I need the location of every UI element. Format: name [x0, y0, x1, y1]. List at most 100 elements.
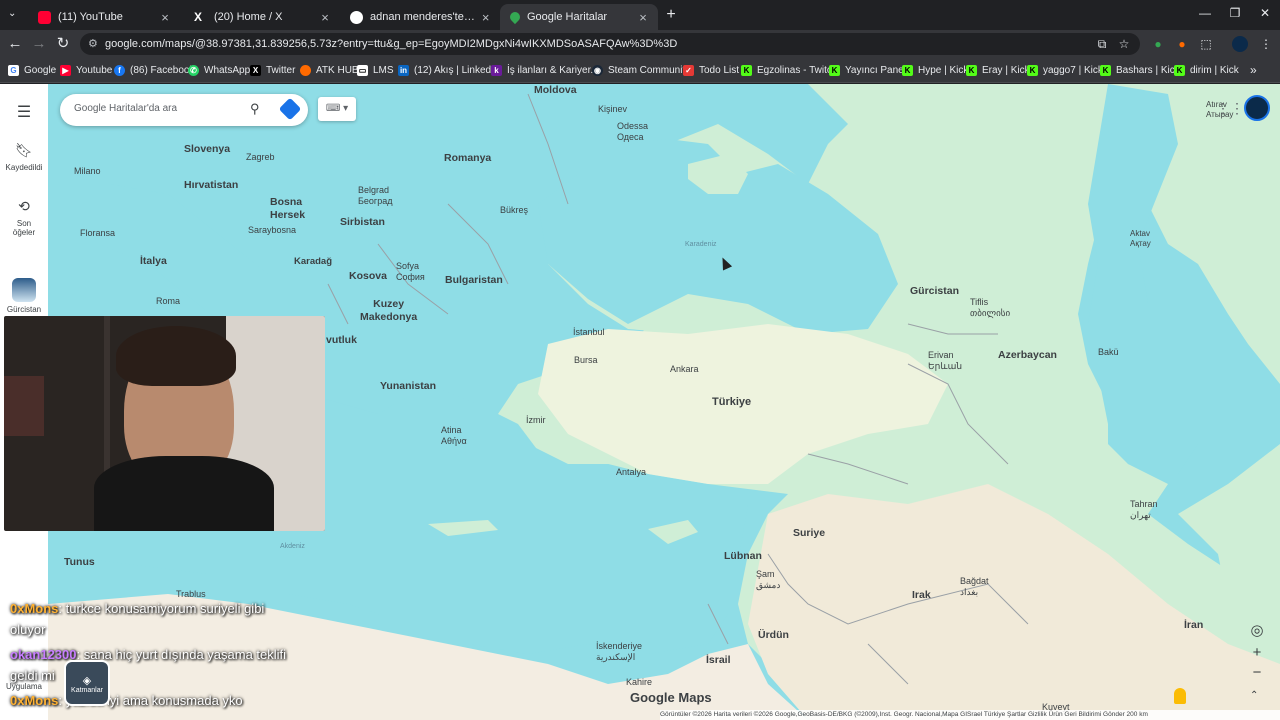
tab-x-home[interactable]: X (20) Home / X × [184, 4, 340, 30]
label-sofya: Sofya София [396, 261, 425, 282]
bookmark-youtube[interactable]: ▶ Youtube [60, 62, 112, 78]
steam-icon: ◉ [592, 64, 603, 76]
forward-icon[interactable]: → [30, 35, 48, 53]
chat-nick: 0xMons [10, 601, 59, 616]
bookmark-yayinci[interactable]: K Yayıncı Paneli [829, 62, 908, 78]
label-suriye: Suriye [793, 527, 826, 539]
my-location-icon[interactable]: ◎ [1246, 620, 1268, 642]
label-arnavutluk: vutluk [326, 334, 357, 346]
pegman-icon[interactable] [1174, 688, 1186, 704]
address-bar[interactable]: ⚙ google.com/maps/@38.97381,31.839256,5.… [80, 33, 1140, 55]
chat-message-3: 0xMons: yazida iyi ama konusmada yko [10, 693, 243, 708]
google-maps-logo: Google Maps [630, 690, 712, 705]
label-atina: Atina Αθήνα [441, 425, 467, 446]
label-bulgaristan: Bulgaristan [445, 274, 503, 286]
bookmark-star-icon[interactable]: ☆ [1116, 36, 1132, 52]
menu-hamburger-icon[interactable]: ☰ [0, 102, 48, 122]
recent-label: Son öğeler [12, 219, 36, 237]
account-avatar[interactable] [1244, 95, 1270, 121]
close-tab-icon[interactable]: × [479, 10, 492, 25]
tab-google-search[interactable]: adnan menderes'ten sonraki c... × [340, 4, 498, 30]
restore-icon[interactable]: ❐ [1226, 6, 1244, 20]
zoom-in-button[interactable]: + [1246, 642, 1268, 664]
back-icon[interactable]: ← [6, 35, 24, 53]
profile-avatar[interactable] [1232, 36, 1248, 52]
label-urdun: Ürdün [758, 629, 789, 641]
url-text: google.com/maps/@38.97381,31.839256,5.73… [105, 38, 678, 50]
search-input[interactable]: Google Haritalar'da ara [74, 103, 177, 114]
kick-icon: K [1174, 64, 1185, 76]
reload-icon[interactable]: ↻ [54, 35, 72, 53]
new-tab-button[interactable]: + [662, 6, 680, 24]
chat-text: : turkce konusamiyorum suriyeli gibi [58, 601, 265, 616]
layers-label: Katmanlar [71, 687, 103, 694]
bookmark-lms[interactable]: ▭ LMS [357, 62, 394, 78]
bookmark-twitter[interactable]: X Twitter [250, 62, 295, 78]
tab-list-button[interactable]: ⌄ [8, 8, 16, 19]
x-icon: X [194, 9, 203, 24]
bookmark-todo[interactable]: ✓ Todo List [683, 62, 739, 78]
search-box[interactable]: Google Haritalar'da ara ⚲ [60, 94, 308, 126]
tab-google-maps[interactable]: Google Haritalar × [500, 4, 658, 30]
search-icon[interactable]: ⚲ [250, 101, 268, 119]
bookmark-google[interactable]: G Google [8, 62, 56, 78]
minimize-icon[interactable]: — [1196, 6, 1214, 20]
label-saraybosna: Saraybosna [248, 225, 297, 235]
bookmark-label: Bashars | Kick [1116, 64, 1180, 76]
extension-icon-2[interactable]: ● [1174, 36, 1190, 52]
bookmark-eray[interactable]: K Eray | Kick [966, 62, 1030, 78]
label-gurcistan: Gürcistan [910, 285, 960, 297]
close-tab-icon[interactable]: × [156, 10, 174, 25]
extension-icon[interactable]: ● [1150, 36, 1166, 52]
bookmark-yaggo7[interactable]: Kyaggo7 | Kick [1027, 62, 1103, 78]
apps-button[interactable]: Uygulama [0, 682, 48, 691]
layers-button[interactable]: ◈ Katmanlar [64, 660, 110, 706]
zoom-out-button[interactable]: − [1246, 662, 1268, 684]
label-sirbistan: Sirbistan [340, 216, 385, 228]
kick-icon: K [741, 64, 752, 76]
place-thumbnail [12, 278, 36, 302]
menu-icon[interactable]: ⋮ [1258, 36, 1274, 52]
bookmark-bashars[interactable]: K Bashars | Kick [1100, 62, 1180, 78]
apps-label: Uygulama [5, 682, 42, 691]
bookmark-atk-hub[interactable]: ATK HUB [300, 62, 359, 78]
bookmark-steam[interactable]: ◉ Steam Community [592, 62, 690, 78]
tab-title: Google Haritalar [527, 11, 608, 23]
recent-place-gurcistan[interactable]: Gürcistan [0, 278, 48, 314]
whatsapp-icon: ✆ [188, 64, 199, 76]
youtube-icon [38, 10, 51, 24]
label-slovenya: Slovenya [184, 143, 231, 155]
close-tab-icon[interactable]: × [634, 10, 652, 25]
close-window-icon[interactable]: ✕ [1256, 6, 1274, 20]
saved-button[interactable]: 🔖︎ Kaydedildi [0, 140, 48, 172]
install-app-icon[interactable]: ⧉ [1094, 36, 1110, 52]
more-bookmarks-icon[interactable]: » [1250, 62, 1257, 78]
close-tab-icon[interactable]: × [316, 10, 334, 25]
lms-icon: ▭ [357, 64, 368, 76]
directions-icon[interactable] [278, 97, 302, 121]
kick-icon: K [1027, 64, 1038, 76]
extensions-puzzle-icon[interactable]: ⬚ [1198, 36, 1214, 52]
bookmark-linkedin[interactable]: in (12) Akış | LinkedIn [398, 62, 499, 78]
bookmark-dirim[interactable]: Kdirim | Kick [1174, 62, 1239, 78]
keyboard-input-tools-icon[interactable]: ⌨ ▾ [318, 97, 356, 121]
bookmark-egzolinas[interactable]: K Egzolinas - Twitch [741, 62, 837, 78]
bookmark-facebook[interactable]: f (86) Facebook [114, 62, 194, 78]
tab-youtube[interactable]: (11) YouTube × [28, 4, 180, 30]
google-apps-icon[interactable]: ⋮⋮ [1216, 100, 1244, 116]
bookmark-whatsapp[interactable]: ✆ WhatsApp [188, 62, 250, 78]
youtube-icon: ▶ [60, 64, 71, 76]
bookmark-label: (12) Akış | LinkedIn [414, 64, 500, 76]
chat-message-2-cont: geldi mi [10, 668, 55, 683]
label-tunus: Tunus [64, 556, 95, 568]
bookmark-label: dirim | Kick [1190, 64, 1239, 76]
recent-button[interactable]: ⟲ Son öğeler [0, 196, 48, 237]
bookmark-kariyer[interactable]: k İş ilanları & Kariyer... [491, 62, 599, 78]
label-belgrad: Belgrad Београд [358, 185, 393, 206]
chat-message-1-cont: oluyor [10, 622, 46, 637]
bookmark-hype[interactable]: K Hype | Kick [902, 62, 968, 78]
google-icon: G [8, 64, 19, 76]
expand-imagery-icon[interactable]: ⌃ [1250, 690, 1258, 701]
history-icon: ⟲ [18, 198, 30, 214]
site-info-icon[interactable]: ⚙ [88, 33, 98, 55]
